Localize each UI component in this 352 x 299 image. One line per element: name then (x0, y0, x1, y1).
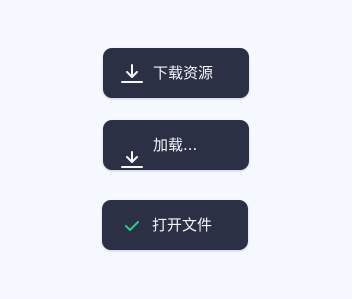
check-icon (125, 221, 139, 231)
download-resource-label: 下载资源 (153, 64, 214, 82)
download-icon (121, 64, 143, 83)
loading-button[interactable]: 加载... (103, 120, 249, 170)
open-file-button[interactable]: 打开文件 (102, 200, 248, 250)
download-resource-button[interactable]: 下载资源 (103, 48, 249, 98)
loading-label: 加载... (153, 136, 198, 154)
open-file-label: 打开文件 (152, 216, 213, 234)
download-icon (121, 151, 143, 168)
